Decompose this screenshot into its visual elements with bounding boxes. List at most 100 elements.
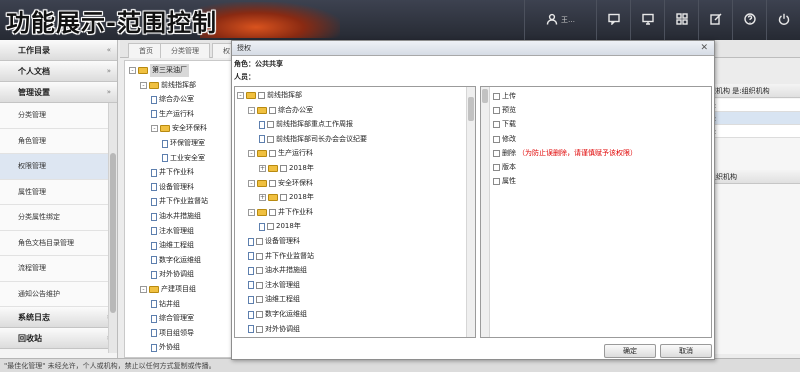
expand-toggle-icon[interactable]: - (151, 125, 158, 133)
tree-node-checkbox[interactable] (256, 296, 263, 304)
expand-toggle-icon[interactable]: - (140, 286, 147, 293)
tree-node[interactable]: 综合办公室 (151, 93, 194, 106)
apps-button[interactable] (664, 0, 698, 40)
tree-node-checkbox[interactable] (256, 252, 263, 260)
sidebar-section-personal-docs[interactable]: 个人文档 » (0, 61, 117, 82)
tree-node-checkbox[interactable] (267, 121, 274, 129)
sidebar-item-category-mgmt[interactable]: 分类管理 (0, 103, 117, 129)
tree-scrollbar[interactable] (466, 87, 475, 337)
tree-node-checkbox[interactable] (258, 92, 265, 99)
tree-node-checkbox[interactable] (256, 267, 263, 275)
expand-toggle-icon[interactable]: - (248, 179, 255, 187)
tree-node[interactable]: 项目组领导 (151, 327, 194, 340)
help-button[interactable] (732, 0, 766, 40)
tree-node-checkbox[interactable] (269, 106, 276, 114)
tree-node[interactable]: - 井下作业科 (248, 206, 313, 219)
permission-checkbox[interactable] (493, 164, 500, 171)
tree-node[interactable]: 数字化运维组 (151, 254, 201, 267)
permission-checkbox[interactable] (493, 178, 500, 186)
ok-button[interactable]: 确定 (604, 344, 656, 358)
tab-category-mgmt[interactable]: 分类管理 (160, 43, 210, 58)
tree-node[interactable]: 综合管理室 (151, 312, 194, 325)
tree-node[interactable]: 前线指挥部司长办会会议纪要 (259, 133, 367, 146)
sidebar-section-recycle-bin[interactable]: 回收站» (0, 328, 117, 349)
permission-item[interactable]: 删除 （为防止误删除，请谨慎赋予该权限） (493, 147, 637, 160)
sidebar-item-role-doc-dir[interactable]: 角色文档目录管理 (0, 230, 117, 256)
sidebar-item-workflow-mgmt[interactable]: 流程管理 (0, 256, 117, 282)
tree-node[interactable]: 工业安全室 (162, 152, 205, 165)
sidebar-item-category-attr-binding[interactable]: 分类属性绑定 (0, 205, 117, 231)
cancel-button[interactable]: 取消 (660, 344, 712, 358)
tree-node[interactable]: - 综合办公室 (248, 104, 313, 117)
expand-toggle-icon[interactable]: + (259, 194, 266, 202)
tree-node[interactable]: - 安全环保科 (151, 122, 207, 135)
tree-node[interactable]: 注水管理组 (248, 279, 300, 292)
tree-node-checkbox[interactable] (267, 223, 274, 231)
message-button[interactable] (596, 0, 630, 40)
tree-node-checkbox[interactable] (269, 179, 276, 187)
tree-node[interactable]: 生产运行科 (151, 108, 194, 121)
sidebar-scrollbar-thumb[interactable] (110, 153, 116, 313)
sidebar-section-system-log[interactable]: 系统日志» (0, 307, 117, 328)
expand-toggle-icon[interactable]: - (140, 81, 147, 89)
tree-node[interactable]: 油水井措施组 (248, 264, 307, 277)
tree-node-checkbox[interactable] (256, 281, 263, 289)
tree-scrollbar-thumb[interactable] (468, 97, 474, 121)
table-row[interactable]: 是 (705, 112, 800, 125)
table-row[interactable]: 是 (705, 99, 800, 112)
permission-checkbox[interactable] (493, 121, 500, 129)
tree-node-checkbox[interactable] (267, 135, 274, 143)
tree-node-checkbox[interactable] (280, 194, 287, 202)
sidebar-section-admin-settings[interactable]: 管理设置 » (0, 82, 117, 103)
permission-scrollbar[interactable] (481, 87, 490, 337)
monitor-button[interactable] (630, 0, 664, 40)
tree-node[interactable]: - 生产运行科 (248, 147, 313, 160)
tree-node[interactable]: 注水管理组 (151, 225, 194, 238)
sidebar-item-attribute-mgmt[interactable]: 属性管理 (0, 179, 117, 205)
tree-node[interactable]: 井下作业监督站 (151, 195, 208, 208)
sidebar-item-role-mgmt[interactable]: 角色管理 (0, 128, 117, 154)
tree-node[interactable]: 井下作业科 (151, 166, 194, 179)
tree-node[interactable]: 数字化运维组 (248, 308, 307, 321)
tree-node[interactable]: 钻井组 (151, 298, 180, 311)
tree-node[interactable]: 前线指挥部重点工作周报 (259, 118, 353, 131)
tree-node[interactable]: 对外协调组 (248, 323, 300, 336)
expand-toggle-icon[interactable]: - (129, 67, 136, 74)
tree-node[interactable]: - 前线指挥部 (237, 89, 302, 102)
sidebar-item-notice-maintenance[interactable]: 通知公告维护 (0, 281, 117, 307)
tree-node[interactable]: 对外协调组 (151, 268, 194, 281)
tree-node-checkbox[interactable] (256, 238, 263, 245)
tree-node-checkbox[interactable] (256, 325, 263, 333)
tree-node[interactable]: - 前线指挥部 (140, 79, 196, 92)
edit-button[interactable] (698, 0, 732, 40)
tree-node[interactable]: 油水井措施组 (151, 210, 201, 223)
close-icon[interactable]: ✕ (700, 43, 708, 53)
expand-toggle-icon[interactable]: - (248, 106, 255, 114)
tree-node[interactable]: - 产建项目组 (140, 283, 196, 296)
tree-node[interactable]: 设备管理科 (248, 235, 300, 248)
permission-item[interactable]: 修改 (493, 133, 516, 146)
tree-node[interactable]: +2018年 (259, 162, 314, 175)
permission-item[interactable]: 上传 (493, 90, 516, 103)
permission-item[interactable]: 预览 (493, 104, 516, 117)
permission-item[interactable]: 版本 (493, 161, 516, 174)
logout-button[interactable] (766, 0, 800, 40)
sidebar-item-permission-mgmt[interactable]: 权限管理 (0, 154, 117, 180)
expand-toggle-icon[interactable]: + (259, 165, 266, 172)
tree-node[interactable]: +2018年 (259, 191, 314, 204)
permission-item[interactable]: 属性 (493, 175, 516, 188)
tree-node[interactable]: - 第三采油厂 (129, 64, 189, 77)
expand-toggle-icon[interactable]: - (237, 92, 244, 99)
tree-node[interactable]: - 安全环保科 (248, 177, 313, 190)
permission-checkbox[interactable] (493, 135, 500, 143)
tree-node[interactable]: 2018年 (259, 220, 301, 233)
tree-node-checkbox[interactable] (256, 311, 263, 318)
expand-toggle-icon[interactable]: - (248, 150, 255, 158)
tree-node-checkbox[interactable] (280, 165, 287, 172)
permission-checkbox[interactable] (493, 93, 500, 100)
permission-checkbox[interactable] (493, 149, 500, 157)
tree-node-checkbox[interactable] (269, 208, 276, 216)
sidebar-section-work-directory[interactable]: 工作目录 « (0, 40, 117, 61)
permission-scrollbar-thumb[interactable] (482, 89, 488, 103)
permission-item[interactable]: 下载 (493, 118, 516, 131)
